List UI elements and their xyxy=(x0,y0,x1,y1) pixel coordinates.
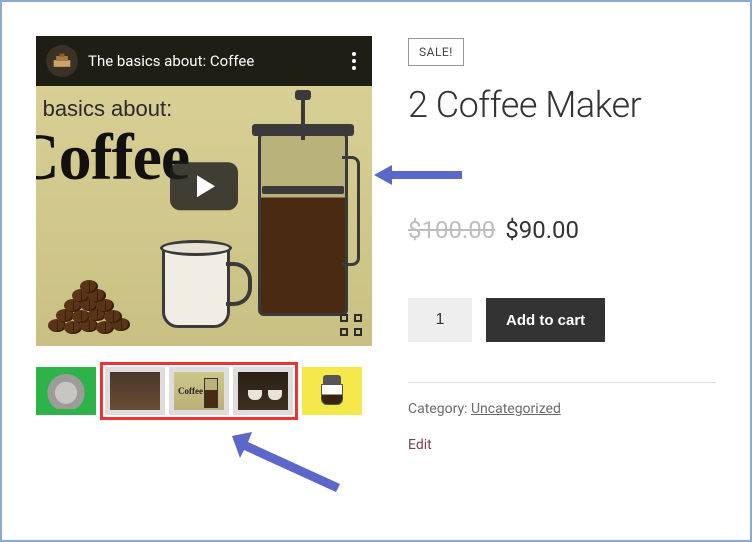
thumbnail-3-label: Coffee xyxy=(178,386,203,396)
thumbnail-1[interactable] xyxy=(36,367,96,415)
thumbnail-3[interactable]: Coffee xyxy=(169,367,229,415)
coffee-beans-illustration xyxy=(42,276,162,336)
edit-link[interactable]: Edit xyxy=(408,437,432,453)
video-header: The basics about: Coffee xyxy=(36,36,372,86)
product-video[interactable]: The basics about: Coffee he basics about… xyxy=(36,36,372,346)
channel-logo-icon xyxy=(46,45,78,77)
divider xyxy=(408,382,716,383)
french-press-illustration xyxy=(248,96,358,326)
category-row: Category: Uncategorized xyxy=(408,401,716,417)
gallery-thumbnails: Coffee xyxy=(36,362,372,420)
video-overlay-title: Coffee xyxy=(36,120,189,196)
video-overlay-subtitle: he basics about: xyxy=(36,96,172,122)
price: $100.00 $90.00 xyxy=(408,216,716,244)
sale-badge: SALE! xyxy=(408,38,464,66)
product-title: 2 Coffee Maker xyxy=(408,84,716,126)
old-price: $100.00 xyxy=(408,216,495,244)
category-label: Category: xyxy=(408,401,471,417)
mug-illustration xyxy=(162,240,248,328)
thumbnail-2[interactable] xyxy=(105,367,165,415)
fullscreen-icon[interactable] xyxy=(340,314,362,336)
play-button-icon[interactable] xyxy=(170,162,238,210)
video-more-menu-icon[interactable] xyxy=(346,46,362,76)
quantity-input[interactable] xyxy=(408,298,472,342)
current-price: $90.00 xyxy=(505,216,579,244)
video-thumbnail: he basics about: Coffee xyxy=(36,86,372,346)
video-title: The basics about: Coffee xyxy=(88,52,336,70)
thumbnail-5[interactable] xyxy=(302,367,362,415)
thumbnail-highlight-box: Coffee xyxy=(100,362,298,420)
category-link[interactable]: Uncategorized xyxy=(471,401,561,417)
add-to-cart-button[interactable]: Add to cart xyxy=(486,298,605,342)
thumbnail-4[interactable] xyxy=(233,367,293,415)
